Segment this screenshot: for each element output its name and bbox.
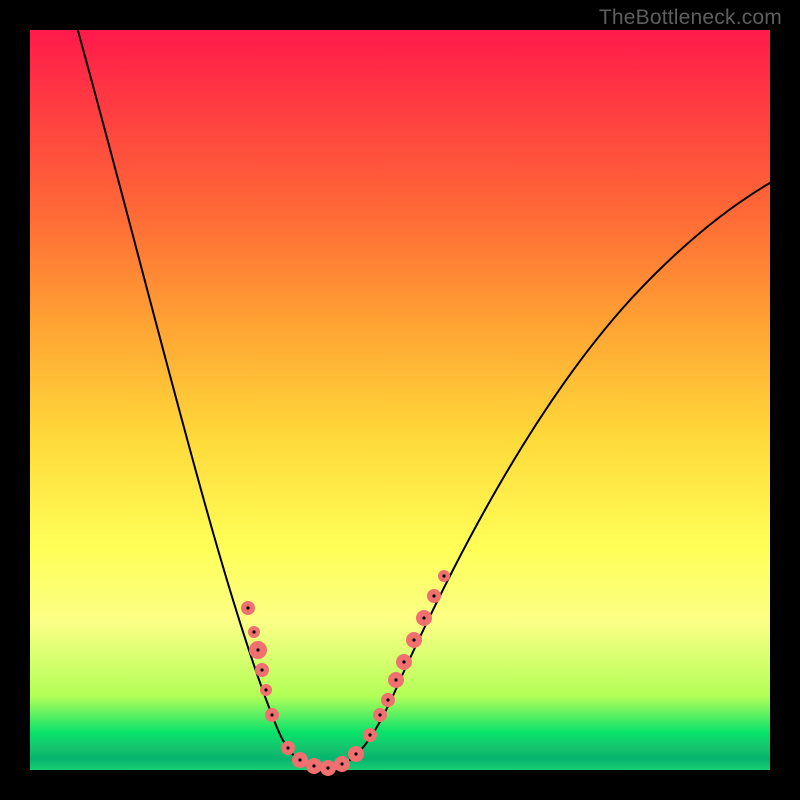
marker-dot (354, 752, 357, 755)
marker-dot (270, 713, 273, 716)
marker-dot (246, 606, 249, 609)
markers-right (363, 570, 450, 742)
marker-dot (386, 698, 389, 701)
marker-dot (422, 616, 425, 619)
marker-dot (378, 713, 381, 716)
marker-dot (340, 762, 343, 765)
marker-dot (326, 766, 329, 769)
marker-dot (312, 764, 315, 767)
marker-dot (260, 668, 263, 671)
marker-dot (256, 648, 259, 651)
watermark-label: TheBottleneck.com (599, 6, 782, 30)
marker-dot (264, 688, 267, 691)
marker-dot (252, 630, 255, 633)
chart-frame: TheBottleneck.com (0, 0, 800, 800)
bottleneck-curve (75, 20, 775, 768)
marker-dot (432, 594, 435, 597)
marker-dot (442, 574, 445, 577)
markers-left (241, 601, 279, 722)
plot-area (30, 30, 770, 770)
markers-bottom (281, 741, 364, 776)
marker-dot (394, 678, 397, 681)
marker-dot (368, 733, 371, 736)
marker-dot (402, 660, 405, 663)
marker-dot (286, 746, 289, 749)
curve-svg (30, 30, 770, 770)
marker-dot (298, 758, 301, 761)
marker-dot (412, 638, 415, 641)
